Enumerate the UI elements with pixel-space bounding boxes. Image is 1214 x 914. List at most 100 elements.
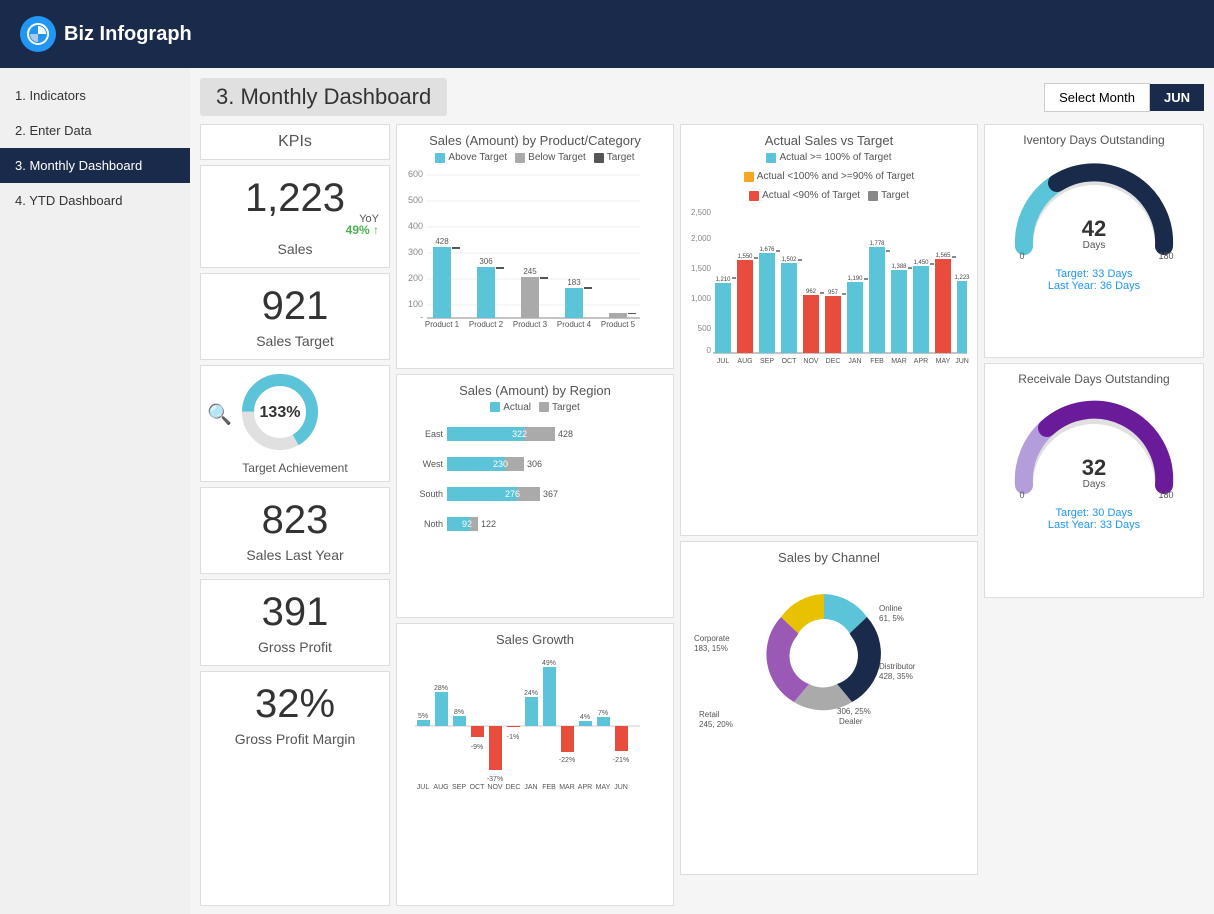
svg-text:FEB: FEB [542, 784, 556, 791]
last-year-value: 823 [262, 498, 329, 542]
sales-label: Sales [211, 241, 379, 257]
svg-text:2,000: 2,000 [691, 234, 712, 243]
svg-text:JUL: JUL [717, 358, 730, 365]
svg-text:2,500: 2,500 [691, 208, 712, 217]
gross-profit-label: Gross Profit [211, 639, 379, 655]
svg-text:Dealer: Dealer [839, 717, 863, 726]
svg-text:1,550: 1,550 [737, 254, 753, 260]
svg-text:180: 180 [1158, 251, 1173, 261]
svg-text:DEC: DEC [826, 358, 841, 365]
svg-text:AUG: AUG [737, 358, 752, 365]
svg-text:1,450: 1,450 [913, 260, 929, 266]
sidebar-item-indicators[interactable]: 1. Indicators [0, 78, 190, 113]
svg-text:Online: Online [879, 604, 903, 613]
right-spacer [984, 603, 1204, 906]
gross-profit-value: 391 [262, 590, 329, 634]
svg-text:Retail: Retail [699, 710, 720, 719]
select-month-button[interactable]: Select Month [1044, 83, 1150, 112]
target-value: 921 [262, 284, 329, 328]
gross-profit-kpi-card: 391 Gross Profit [200, 579, 390, 666]
svg-text:306: 306 [479, 257, 493, 266]
sales-by-channel-title: Sales by Channel [689, 550, 969, 565]
donut-chart: 133% [240, 372, 320, 452]
svg-text:East: East [425, 429, 444, 439]
magnifier-icon: 🔍 [207, 402, 232, 427]
right-col: Iventory Days Outstanding 42 [984, 124, 1204, 906]
sales-by-product-card: Sales (Amount) by Product/Category Above… [396, 124, 674, 369]
svg-text:428: 428 [435, 237, 449, 246]
sales-growth-title: Sales Growth [405, 632, 665, 647]
svg-text:1,565: 1,565 [935, 253, 951, 259]
svg-text:0: 0 [1019, 251, 1024, 261]
svg-text:Product 5: Product 5 [601, 320, 636, 329]
sidebar-item-monthly-dashboard[interactable]: 3. Monthly Dashboard [0, 148, 190, 183]
inventory-target-text: Target: 33 Days [1055, 268, 1132, 280]
svg-text:230: 230 [493, 459, 508, 469]
svg-text:MAY: MAY [596, 784, 611, 791]
svg-text:42: 42 [1082, 216, 1106, 241]
svg-text:South: South [419, 489, 443, 499]
sales-growth-card: Sales Growth 5% 28% 8% [396, 623, 674, 906]
receivable-last-year-text: Last Year: 33 Days [1048, 519, 1140, 531]
selected-month-value: JUN [1150, 84, 1204, 111]
sales-by-region-chart: East 322 428 West 230 306 South [405, 415, 645, 555]
logo-text: Biz Infograph [64, 23, 192, 46]
target-label: Sales Target [211, 333, 379, 349]
svg-text:1,676: 1,676 [759, 247, 775, 253]
svg-text:32: 32 [1082, 455, 1106, 480]
sales-by-channel-card: Sales by Channel [680, 541, 978, 874]
svg-text:APR: APR [578, 784, 592, 791]
inventory-days-title: Iventory Days Outstanding [993, 133, 1195, 147]
sidebar-item-enter-data[interactable]: 2. Enter Data [0, 113, 190, 148]
middle-col-2: Actual Sales vs Target Actual >= 100% of… [680, 124, 978, 906]
svg-text:-: - [420, 312, 423, 322]
gp-margin-label: Gross Profit Margin [211, 731, 379, 747]
svg-text:245: 245 [523, 267, 537, 276]
svg-text:FEB: FEB [870, 358, 884, 365]
svg-text:-22%: -22% [559, 757, 575, 764]
sales-growth-chart: 5% 28% 8% -9% -37% [405, 651, 645, 791]
sidebar-item-ytd-dashboard[interactable]: 4. YTD Dashboard [0, 183, 190, 218]
svg-text:28%: 28% [434, 685, 448, 692]
bottom-placeholder [680, 880, 978, 906]
svg-text:600: 600 [408, 169, 423, 179]
content-header: 3. Monthly Dashboard Select Month JUN [200, 78, 1204, 116]
svg-text:367: 367 [543, 489, 558, 499]
svg-text:428: 428 [558, 429, 573, 439]
svg-text:500: 500 [408, 195, 423, 205]
svg-text:180: 180 [1158, 490, 1173, 500]
svg-text:Product 4: Product 4 [557, 320, 592, 329]
svg-text:1,778: 1,778 [869, 241, 885, 247]
svg-text:962: 962 [806, 289, 817, 295]
receivable-target-text: Target: 30 Days [1055, 507, 1132, 519]
svg-text:1,223: 1,223 [954, 275, 970, 281]
svg-text:276: 276 [505, 489, 520, 499]
inventory-days-card: Iventory Days Outstanding 42 [984, 124, 1204, 358]
svg-text:Days: Days [1083, 479, 1106, 490]
svg-text:Corporate: Corporate [694, 634, 730, 643]
svg-text:Noth: Noth [424, 519, 443, 529]
kpi-column: KPIs 1,223 YoY 49% ↑ Sales [200, 124, 390, 906]
actual-vs-target-chart: 2,500 2,000 1,500 1,000 500 0 1,210 [689, 203, 969, 383]
svg-text:322: 322 [512, 429, 527, 439]
svg-text:-21%: -21% [613, 757, 629, 764]
content-area: 3. Monthly Dashboard Select Month JUN KP… [190, 68, 1214, 914]
svg-text:300: 300 [408, 247, 423, 257]
svg-text:Product 3: Product 3 [513, 320, 548, 329]
svg-text:200: 200 [408, 273, 423, 283]
svg-text:245, 20%: 245, 20% [699, 720, 733, 729]
svg-text:49%: 49% [542, 660, 556, 667]
last-year-kpi-card: 823 Sales Last Year [200, 487, 390, 574]
svg-text:1,388: 1,388 [891, 264, 907, 270]
svg-text:JUN: JUN [614, 784, 628, 791]
svg-text:61, 5%: 61, 5% [879, 614, 904, 623]
svg-text:7%: 7% [598, 710, 608, 717]
svg-text:957: 957 [828, 290, 839, 296]
svg-text:8%: 8% [454, 709, 464, 716]
select-month-area: Select Month JUN [1044, 83, 1204, 112]
inventory-last-year-text: Last Year: 36 Days [1048, 280, 1140, 292]
svg-text:1,210: 1,210 [715, 277, 731, 283]
target-kpi-card: 921 Sales Target [200, 273, 390, 360]
svg-text:0: 0 [1019, 490, 1024, 500]
svg-text:MAY: MAY [936, 358, 951, 365]
